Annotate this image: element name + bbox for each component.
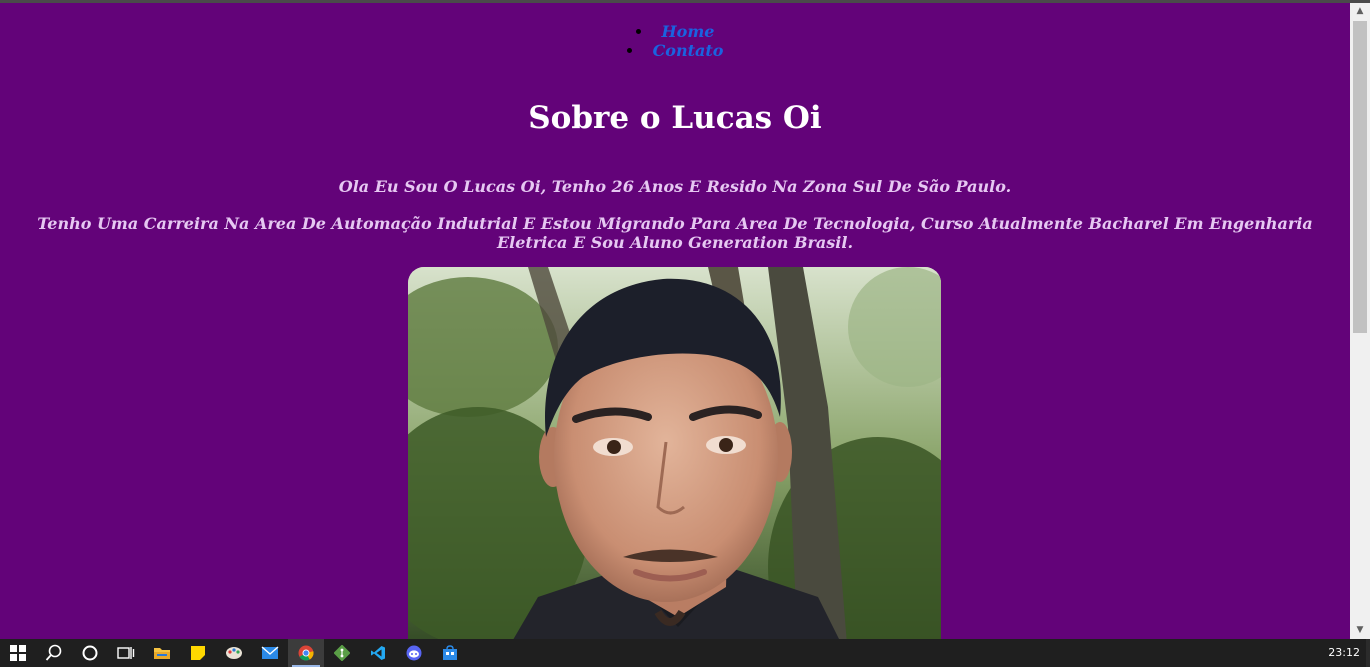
show-desktop-button[interactable] [1366, 639, 1370, 667]
search-icon[interactable] [36, 639, 72, 667]
store-icon[interactable] [432, 639, 468, 667]
nav-menu: Home Contato [0, 22, 1350, 60]
mail-icon[interactable] [252, 639, 288, 667]
windows-start-icon[interactable] [0, 639, 36, 667]
git-icon[interactable] [324, 639, 360, 667]
sticky-notes-icon[interactable] [180, 639, 216, 667]
nav-item-contato: Contato [0, 41, 1350, 60]
nav-item-home: Home [0, 22, 1350, 41]
web-page: Home Contato Sobre o Lucas Oi Ola Eu Sou… [0, 3, 1350, 639]
profile-photo [408, 267, 941, 639]
file-explorer-icon[interactable] [144, 639, 180, 667]
page-title: Sobre o Lucas Oi [528, 100, 822, 136]
task-view-icon[interactable] [108, 639, 144, 667]
taskbar: 23:12 [0, 639, 1370, 667]
scroll-down-icon[interactable]: ▼ [1350, 622, 1370, 639]
discord-icon[interactable] [396, 639, 432, 667]
career-paragraph: Tenho Uma Carreira Na Area De Automação … [37, 214, 1313, 252]
contato-link[interactable]: Contato [653, 41, 724, 60]
cortana-icon[interactable] [72, 639, 108, 667]
intro-paragraph: Ola Eu Sou O Lucas Oi, Tenho 26 Anos E R… [338, 177, 1012, 196]
chrome-icon[interactable] [288, 639, 324, 667]
scroll-thumb[interactable] [1353, 21, 1367, 333]
system-clock[interactable]: 23:12 [1328, 639, 1360, 667]
vscode-icon[interactable] [360, 639, 396, 667]
home-link[interactable]: Home [662, 22, 715, 41]
scroll-up-icon[interactable]: ▲ [1350, 3, 1370, 20]
paint-icon[interactable] [216, 639, 252, 667]
vertical-scrollbar[interactable]: ▲ ▼ [1350, 3, 1370, 639]
